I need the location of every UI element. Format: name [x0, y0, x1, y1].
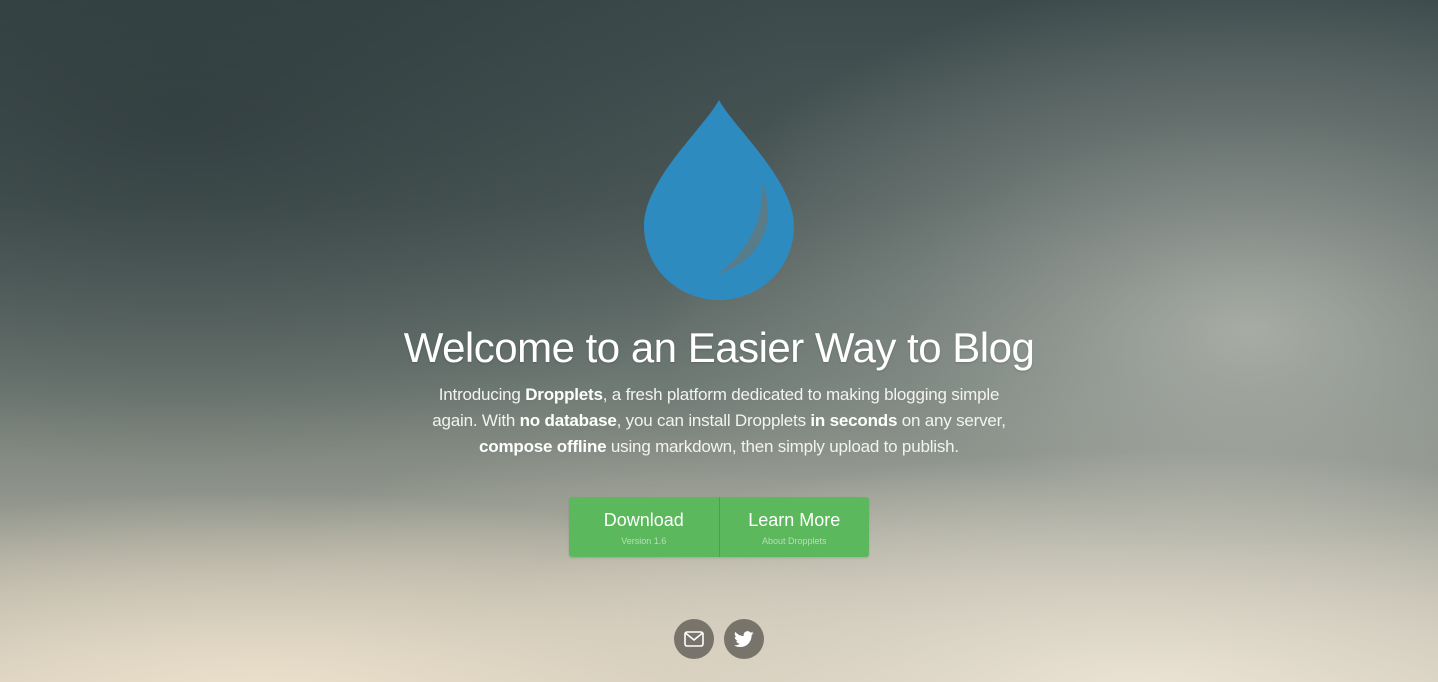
- email-button[interactable]: [674, 619, 714, 659]
- intro-text: Introducing Dropplets, a fresh platform …: [432, 385, 1006, 456]
- cta-button-group: Download Version 1.6 Learn More About Dr…: [569, 497, 869, 557]
- page-title: Welcome to an Easier Way to Blog: [403, 324, 1035, 371]
- envelope-icon: [684, 631, 704, 647]
- download-button[interactable]: Download Version 1.6: [569, 497, 719, 557]
- learn-more-button-label: Learn More: [748, 510, 841, 530]
- download-button-label: Download: [603, 510, 684, 530]
- twitter-button[interactable]: [724, 619, 764, 659]
- hero-section: Welcome to an Easier Way to Blog Introdu…: [0, 0, 1438, 682]
- download-version-label: Version 1.6: [621, 536, 667, 546]
- learn-more-button[interactable]: Learn More About Dropplets: [718, 497, 870, 557]
- twitter-bird-icon: [734, 630, 754, 647]
- learn-more-sub-label: About Dropplets: [761, 536, 827, 546]
- droplet-icon: [644, 100, 794, 300]
